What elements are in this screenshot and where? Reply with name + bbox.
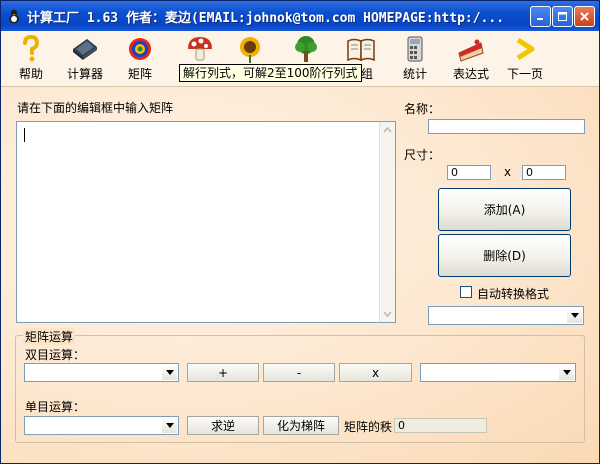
unary-ops-label: 单目运算： — [25, 400, 86, 414]
dropdown-button[interactable] — [559, 365, 574, 380]
dropdown-button[interactable] — [162, 418, 177, 433]
chevron-down-icon — [570, 313, 579, 318]
chevron-down-icon — [165, 370, 174, 375]
tooltip: 解行列式，可解2至100阶行列式 — [179, 64, 362, 82]
cols-field[interactable]: 0 — [522, 165, 566, 180]
name-label: 名称： — [404, 102, 441, 116]
toolbar-next-page[interactable]: 下一页 — [500, 31, 550, 85]
matrix-select[interactable] — [428, 306, 584, 325]
toolbar-label: 统计 — [402, 67, 427, 81]
group-title: 矩阵运算 — [23, 328, 76, 345]
size-separator: x — [504, 165, 512, 179]
toolbar-label: 下一页 — [506, 67, 543, 81]
dropdown-button[interactable] — [162, 365, 177, 380]
title-bar[interactable]: 计算工厂 1.63 作者：麦边(EMAIL:johnok@tom.com HOM… — [1, 1, 599, 31]
rank-value: 0 — [394, 418, 487, 433]
inverse-button[interactable]: 求逆 — [187, 416, 259, 435]
window-title: 计算工厂 1.63 作者：麦边(EMAIL:johnok@tom.com HOM… — [27, 10, 505, 26]
toolbar-statistics[interactable]: 统计 — [390, 31, 440, 85]
subtract-op-button[interactable]: - — [263, 363, 335, 382]
unary-operand-select[interactable] — [24, 416, 179, 435]
editor-prompt: 请在下面的编辑框中输入矩阵 — [17, 101, 174, 115]
close-icon — [580, 12, 589, 21]
app-icon — [9, 9, 19, 24]
maximize-button[interactable] — [552, 6, 573, 27]
dropdown-button[interactable] — [567, 308, 582, 323]
toolbar-label: 矩阵 — [127, 67, 152, 81]
toolbar-matrix[interactable]: 矩阵 — [115, 31, 165, 85]
sunflower-icon — [240, 37, 260, 63]
editor-scrollbar[interactable] — [379, 122, 395, 322]
add-op-button[interactable]: + — [187, 363, 259, 382]
autoconvert-label: 自动转换格式 — [477, 287, 550, 301]
toolbar-label: 表达式 — [452, 67, 489, 81]
scroll-up-button[interactable] — [380, 122, 395, 138]
arrow-down-icon — [383, 311, 392, 317]
next-arrow-icon — [516, 37, 535, 61]
tie-dye-icon — [129, 38, 151, 60]
laptop-icon — [73, 39, 97, 60]
mushroom-icon — [188, 37, 212, 61]
book-icon — [347, 38, 375, 62]
delete-button[interactable]: 删除(D) — [438, 234, 571, 277]
binary-operand-a-select[interactable] — [24, 363, 179, 382]
toolbar-label: 帮助 — [18, 67, 43, 81]
minimize-button[interactable] — [530, 6, 551, 27]
toolbar-help[interactable]: 帮助 — [6, 31, 56, 85]
tree-icon — [295, 36, 317, 62]
rows-field[interactable]: 0 — [447, 165, 491, 180]
calculator-icon — [407, 36, 423, 62]
binary-operand-b-select[interactable] — [420, 363, 576, 382]
cake-icon — [458, 39, 484, 62]
autoconvert-checkbox[interactable] — [460, 286, 472, 298]
multiply-op-button[interactable]: x — [339, 363, 412, 382]
toolbar-calculator[interactable]: 计算器 — [60, 31, 110, 85]
chevron-down-icon — [562, 370, 571, 375]
matrix-editor[interactable] — [16, 121, 396, 323]
toolbar-label: 计算器 — [66, 67, 103, 81]
size-label: 尺寸： — [404, 148, 441, 162]
name-field[interactable] — [428, 119, 585, 134]
rank-label: 矩阵的秩 — [344, 420, 393, 434]
arrow-up-icon — [383, 127, 392, 133]
chevron-down-icon — [165, 423, 174, 428]
echelon-button[interactable]: 化为梯阵 — [263, 416, 339, 435]
app-window: 计算工厂 1.63 作者：麦边(EMAIL:johnok@tom.com HOM… — [0, 0, 600, 464]
text-caret — [24, 128, 25, 142]
toolbar-expression[interactable]: 表达式 — [446, 31, 496, 85]
scroll-down-button[interactable] — [380, 306, 395, 322]
question-icon — [23, 35, 40, 62]
minimize-icon — [537, 18, 543, 20]
maximize-icon — [558, 12, 567, 21]
binary-ops-label: 双目运算： — [25, 348, 86, 362]
add-button[interactable]: 添加(A) — [438, 188, 571, 231]
close-button[interactable] — [574, 6, 595, 27]
